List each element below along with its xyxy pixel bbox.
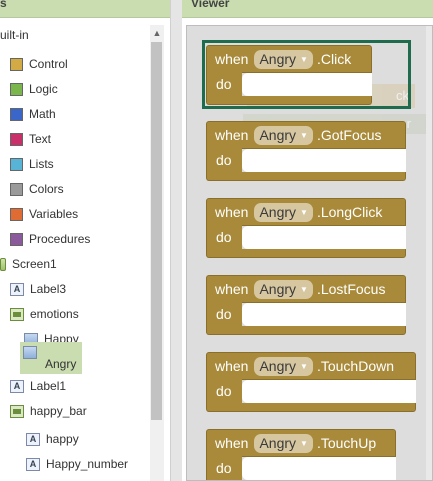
event-header: when Angry ▼ .TouchDown bbox=[206, 352, 416, 380]
viewer-panel: Viewer ck er when Angry ▼ .Click do bbox=[182, 0, 433, 481]
dropdown-arrow-icon: ▼ bbox=[300, 207, 308, 217]
component-label1[interactable]: A Label1 bbox=[10, 375, 66, 397]
do-label: do bbox=[206, 456, 242, 480]
component-happy-bar[interactable]: happy_bar bbox=[10, 400, 87, 422]
do-label: do bbox=[206, 379, 242, 404]
blocks-tree: uilt-in Control Logic Math Text Lists Co… bbox=[0, 17, 150, 481]
component-happy-label[interactable]: A happy bbox=[26, 428, 79, 450]
control-swatch-icon bbox=[10, 57, 23, 71]
drawer-variables[interactable]: Variables bbox=[10, 203, 78, 225]
component-dropdown[interactable]: Angry ▼ bbox=[254, 433, 313, 453]
blocks-scrollbar[interactable]: ▲ bbox=[150, 25, 164, 481]
statement-slot[interactable] bbox=[242, 380, 416, 403]
event-footer bbox=[206, 249, 406, 258]
arrangement-icon bbox=[10, 404, 24, 418]
drawer-label: Control bbox=[29, 57, 68, 71]
logic-swatch-icon bbox=[10, 82, 23, 96]
drawer-label: Text bbox=[29, 132, 52, 146]
dropdown-arrow-icon: ▼ bbox=[300, 284, 308, 294]
blocks-panel-title: s bbox=[0, 0, 7, 10]
procedures-swatch-icon bbox=[10, 232, 23, 246]
label-icon: A bbox=[26, 432, 40, 446]
label-icon: A bbox=[10, 379, 24, 393]
component-label: Angry bbox=[45, 356, 77, 371]
event-header: when Angry ▼ .LongClick bbox=[206, 198, 406, 226]
tree-root-label: uilt-in bbox=[0, 28, 29, 42]
component-label: Happy_number bbox=[46, 457, 129, 471]
label-icon: A bbox=[26, 457, 40, 471]
component-label: happy_bar bbox=[30, 404, 87, 418]
event-footer bbox=[206, 326, 406, 335]
drawer-label: Colors bbox=[29, 182, 64, 196]
component-angry[interactable]: Angry bbox=[20, 342, 82, 374]
event-block-touchdown[interactable]: when Angry ▼ .TouchDown do bbox=[206, 352, 416, 412]
drawer-label: Variables bbox=[29, 207, 79, 221]
math-swatch-icon bbox=[10, 107, 23, 121]
text-swatch-icon bbox=[10, 132, 23, 146]
scroll-up-arrow-icon[interactable]: ▲ bbox=[150, 25, 164, 41]
component-dropdown[interactable]: Angry ▼ bbox=[254, 202, 313, 222]
event-block-longclick[interactable]: when Angry ▼ .LongClick do bbox=[206, 198, 406, 258]
do-label: do bbox=[206, 148, 242, 173]
component-label: emotions bbox=[30, 307, 79, 321]
selected-block-outline bbox=[202, 40, 411, 109]
screen-icon bbox=[0, 257, 6, 271]
component-label: Label1 bbox=[30, 379, 67, 393]
drawer-logic[interactable]: Logic bbox=[10, 78, 58, 100]
event-block-gotfocus[interactable]: when Angry ▼ .GotFocus do bbox=[206, 121, 406, 181]
do-label: do bbox=[206, 225, 242, 250]
drawer-text[interactable]: Text bbox=[10, 128, 51, 150]
event-footer bbox=[206, 403, 416, 412]
arrangement-icon bbox=[10, 307, 24, 321]
event-header: when Angry ▼ .LostFocus bbox=[206, 275, 406, 303]
dropdown-arrow-icon: ▼ bbox=[300, 438, 308, 448]
component-label3[interactable]: A Label3 bbox=[10, 278, 66, 300]
image-icon bbox=[23, 345, 37, 359]
lists-swatch-icon bbox=[10, 157, 23, 171]
component-dropdown[interactable]: Angry ▼ bbox=[254, 279, 313, 299]
viewer-header: Viewer bbox=[182, 0, 433, 18]
drawer-math[interactable]: Math bbox=[10, 103, 56, 125]
statement-slot[interactable] bbox=[242, 226, 406, 249]
component-label: Label3 bbox=[30, 282, 67, 296]
drawer-colors[interactable]: Colors bbox=[10, 178, 64, 200]
event-header: when Angry ▼ .TouchUp bbox=[206, 429, 396, 457]
blocks-workspace[interactable]: ck er when Angry ▼ .Click do when bbox=[186, 25, 433, 481]
do-label: do bbox=[206, 302, 242, 327]
tree-root-builtin[interactable]: uilt-in bbox=[0, 24, 29, 46]
event-block-touchup[interactable]: when Angry ▼ .TouchUp do bbox=[206, 429, 406, 480]
drawer-lists[interactable]: Lists bbox=[10, 153, 54, 175]
component-label: Screen1 bbox=[12, 257, 57, 271]
drawer-label: Lists bbox=[29, 157, 54, 171]
event-footer bbox=[206, 172, 406, 181]
component-dropdown[interactable]: Angry ▼ bbox=[254, 356, 313, 376]
variables-swatch-icon bbox=[10, 207, 23, 221]
event-header: when Angry ▼ .GotFocus bbox=[206, 121, 406, 149]
workspace-scrollbar[interactable] bbox=[426, 26, 432, 480]
viewer-title: Viewer bbox=[191, 0, 230, 10]
drawer-label: Logic bbox=[29, 82, 58, 96]
statement-slot[interactable] bbox=[242, 303, 406, 326]
drawer-control[interactable]: Control bbox=[10, 53, 68, 75]
scroll-thumb[interactable] bbox=[151, 42, 162, 420]
label-icon: A bbox=[10, 282, 24, 296]
drawer-procedures[interactable]: Procedures bbox=[10, 228, 90, 250]
component-label: happy bbox=[46, 432, 79, 446]
drawer-label: Math bbox=[29, 107, 56, 121]
dropdown-arrow-icon: ▼ bbox=[300, 361, 308, 371]
dropdown-arrow-icon: ▼ bbox=[300, 130, 308, 140]
blocks-panel-header: s bbox=[0, 0, 170, 18]
statement-slot[interactable] bbox=[242, 457, 396, 480]
blocks-panel: s uilt-in Control Logic Math Text Lists … bbox=[0, 0, 170, 481]
component-happy-number[interactable]: A Happy_number bbox=[26, 453, 128, 475]
colors-swatch-icon bbox=[10, 182, 23, 196]
event-block-lostfocus[interactable]: when Angry ▼ .LostFocus do bbox=[206, 275, 406, 335]
component-emotions[interactable]: emotions bbox=[10, 303, 79, 325]
drawer-label: Procedures bbox=[29, 232, 91, 246]
component-screen1[interactable]: Screen1 bbox=[0, 253, 57, 275]
statement-slot[interactable] bbox=[242, 149, 406, 172]
component-dropdown[interactable]: Angry ▼ bbox=[254, 125, 313, 145]
